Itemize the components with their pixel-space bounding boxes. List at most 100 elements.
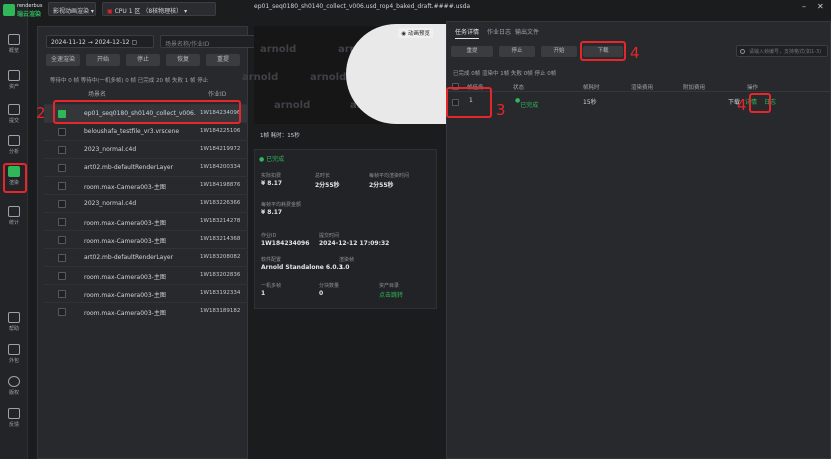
watermark: arnold [274,100,311,111]
row-checkbox[interactable] [58,182,66,190]
start-button[interactable]: 开始 [86,54,120,66]
row-checkbox[interactable] [58,128,66,136]
annotation-box-download [580,41,626,61]
tab-output-files[interactable]: 输出文件 [515,27,539,36]
renderbus-logo: renderbus 瑞云渲染 [3,3,49,18]
watermark: arnold [242,72,279,83]
job-row[interactable]: 2023_normal.c4d 1W184219972 [44,140,248,158]
annotation-3: 3 [496,101,506,119]
full-speed-render-button[interactable]: 全速渲染 [46,54,80,66]
row-checkbox[interactable] [58,146,66,154]
preview-frame-info: 1帧 耗时：15秒 [260,133,300,139]
minimize-icon[interactable]: – [802,2,806,11]
block-count: 0 [319,290,324,297]
job-row[interactable]: room.max-Camera003-主图 1W183214368 [44,230,248,248]
calendar-icon: ▢ [131,39,138,46]
avg-frame-time: 2分55秒 [369,182,394,189]
close-icon[interactable]: ✕ [817,2,824,11]
job-row[interactable]: art02.mb-defaultRenderLayer 1W184200334 [44,158,248,176]
sidebar-item-statistics[interactable]: 统计 [4,206,24,226]
sidebar-item-copyright[interactable]: 版权 [4,376,24,396]
software-config: Arnold Standalone 6.0.3.0 [261,264,350,271]
sidebar-item-submit[interactable]: 提交 [4,104,24,124]
assets-icon [8,70,20,81]
stop-frame-button[interactable]: 停止 [499,46,535,57]
row-checkbox[interactable] [58,164,66,172]
job-id: 1W184234096 [261,240,310,247]
annotation-4-top: 4 [630,44,640,62]
animation-preview-button[interactable]: ◉ 动画预览 [398,28,433,38]
sidebar-item-assets[interactable]: 资产 [4,70,24,90]
frame-stats: 已完成 0帧 渲染中 1帧 失败 0帧 停止 0帧 [453,71,557,77]
date-range-picker[interactable]: 2024-11-12 → 2024-12-12 ▢ [46,35,154,48]
job-row[interactable]: room.max-Camera003-主图 1W183214278 [44,212,248,230]
render-preview: arnold arnold arnold arnold arnold arnol… [242,24,446,124]
window-title: ep01_seq0180_sh0140_collect_v006.usd_rop… [254,3,471,10]
row-checkbox[interactable] [58,236,66,244]
job-list-panel: 2024-11-12 → 2024-12-12 ▢ 场景名称/作业ID 全速渲染… [37,26,260,459]
job-status: ● 已完成 [259,156,285,163]
sidebar-item-analyze[interactable]: 分析 [4,135,24,155]
render-frames: 1 [339,264,344,271]
actual-cost: ¥ 8.17 [261,180,283,187]
job-search-input[interactable]: 场景名称/作业ID [160,35,260,48]
asset-dir-link[interactable]: 点击跳转 [379,290,403,299]
feedback-icon [8,408,20,419]
cpu-icon: ▣ [107,8,113,15]
resubmit-frame-button[interactable]: 重提 [451,46,493,57]
resume-button[interactable]: 恢复 [166,54,200,66]
frame-table-header: 帧任务 状态 帧耗时 渲染费用 附加费用 操作 [447,80,830,92]
annotation-box-selected-job [53,100,241,124]
sidebar-item-outsource[interactable]: 外包 [4,344,24,364]
row-checkbox[interactable] [58,254,66,262]
frame-search-input[interactable]: 请输入帧编号，支持格式(如1-3) [736,45,828,57]
app-window: renderbus 瑞云渲染 概览 资产 提交 分析 渲染 统计 帮助 外包 版… [0,0,831,459]
detail-title-bar: ep01_seq0180_sh0140_collect_v006.usd_rop… [248,0,831,14]
analyze-icon [8,135,20,146]
logo-text-bottom: 瑞云渲染 [17,11,42,18]
job-row[interactable]: beloushafa_testfile_vr3.vrscene 1W1842251… [44,122,248,140]
statistics-icon [8,206,20,217]
resubmit-button[interactable]: 重提 [206,54,240,66]
tab-task-detail[interactable]: 任务详情 [455,27,480,39]
play-icon: ◉ [401,31,407,37]
row-checkbox[interactable] [58,308,66,316]
annotation-box-render [3,163,27,193]
row-checkbox[interactable] [58,290,66,298]
watermark: arnold [260,44,297,55]
job-stats: 等待中 0 帧 等待中(一机多帧) 0 帧 已完成 20 帧 失败 1 帧 停止 [50,78,209,84]
sidebar-item-overview[interactable]: 概览 [4,34,24,54]
start-frame-button[interactable]: 开始 [541,46,577,57]
frame-status: ● 已完成 [515,97,539,109]
job-row[interactable]: art02.mb-defaultRenderLayer 1W183208082 [44,248,248,266]
job-row[interactable]: 2023_normal.c4d 1W183226366 [44,194,248,212]
row-checkbox[interactable] [58,200,66,208]
sidebar-item-feedback[interactable]: 反馈 [4,408,24,428]
tab-job-log[interactable]: 作业日志 [487,27,511,36]
job-row[interactable]: room.max-Camera003-主图 1W183189182 [44,302,248,320]
job-row[interactable]: room.max-Camera003-主图 1W183192334 [44,284,248,302]
watermark: arnold [310,72,347,83]
logo-icon [3,4,15,16]
annotation-4-bottom: 4 [737,96,747,114]
submit-time: 2024-12-12 17:09:32 [319,240,390,247]
mode-select[interactable]: 影视动画渲染 ▾ [48,2,96,16]
row-checkbox[interactable] [58,218,66,226]
job-row[interactable]: room.max-Camera003-主图 1W183202836 [44,266,248,284]
total-duration: 2分55秒 [315,182,340,189]
row-checkbox[interactable] [58,272,66,280]
multi-frame: 1 [261,290,266,297]
sidebar-item-help[interactable]: 帮助 [4,312,24,332]
annotation-box-frame [446,87,492,118]
job-row[interactable]: room.max-Camera003-主图 1W184198876 [44,176,248,194]
search-icon [740,49,745,54]
stop-button[interactable]: 停止 [126,54,160,66]
job-info-card: ● 已完成 实际扣费 ¥ 8.17 总时长 2分55秒 每帧平均渲染时间 2分5… [254,149,437,309]
sidebar: renderbus 瑞云渲染 概览 资产 提交 分析 渲染 统计 帮助 外包 版… [0,0,42,459]
render-subject [346,24,446,124]
task-detail-panel: 任务详情 作业日志 输出文件 重提 停止 开始 下载 请输入帧编号，支持格式(如… [446,21,831,459]
help-icon [8,312,20,323]
annotation-box-frame-download [749,93,771,113]
outsource-icon [8,344,20,355]
cpu-region-select[interactable]: ▣ CPU 1 区 （8核物理核） ▾ [102,2,216,16]
